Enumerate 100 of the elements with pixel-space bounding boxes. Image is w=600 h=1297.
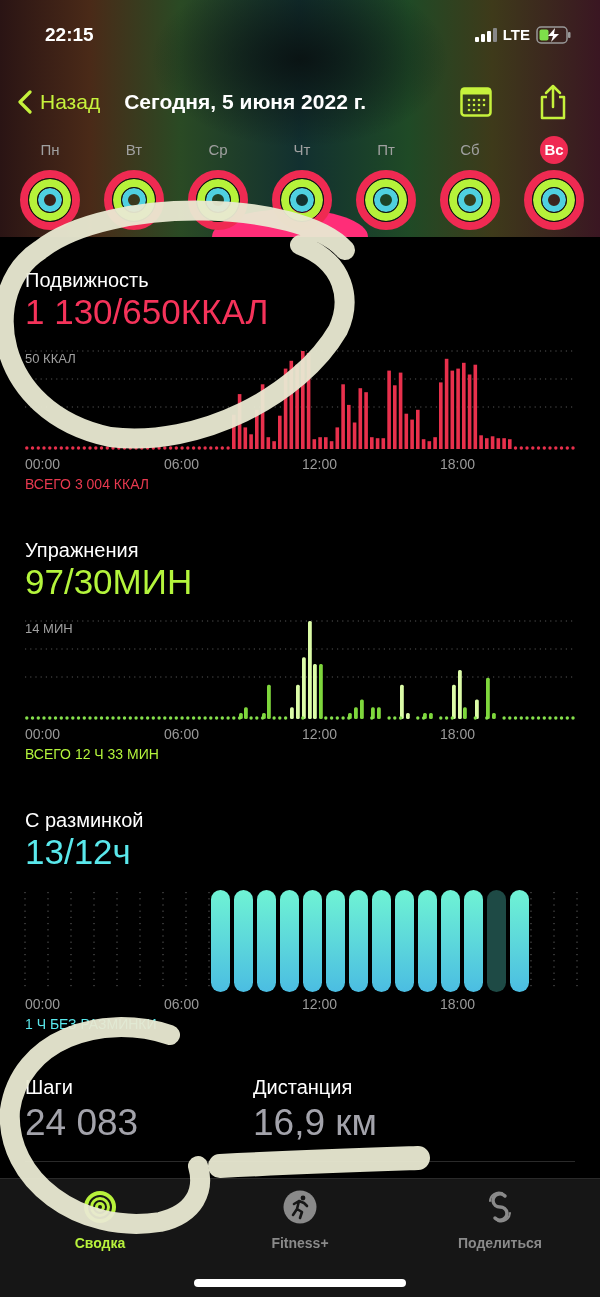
date-title: Сегодня, 5 июня 2022 г. [124,89,367,116]
battery-charging-icon [536,26,572,44]
axis-label: 18:00 [440,456,476,472]
stat-label: Дистанция [253,1075,354,1099]
day-label[interactable]: Вс [540,136,568,164]
metric-value: 97/30МИН [24,562,194,602]
tab-button[interactable]: Поделиться [400,1179,600,1297]
metric-total: ВСЕГО 3 004 ККАЛ [24,475,150,494]
baseline-dot [525,716,529,720]
metric-title: С разминкой [24,808,145,832]
baseline-dot [347,716,351,720]
baseline-dot [502,716,506,720]
metric-title: Упражнения [24,538,140,562]
axis-label: 00:00 [25,726,61,742]
calendar-button[interactable] [460,87,492,117]
signal-icon [474,28,497,42]
day-label[interactable]: Сб [460,138,480,162]
share-icon [538,84,568,120]
axis-label: 00:00 [25,996,61,1012]
stat-label: Шаги [25,1075,74,1099]
baseline-dot [571,716,575,720]
axis-label: 12:00 [302,726,338,742]
activity-rings-icon [19,169,81,231]
baseline-dot [525,446,529,450]
metric-value: 1 130/650ККАЛ [24,292,270,332]
metric-total: ВСЕГО 12 Ч 33 МИН [24,745,160,764]
baseline-dot [180,446,184,450]
scale-label: 50 ККАЛ [25,352,76,366]
day-label[interactable]: Пн [40,138,60,162]
baseline-dot [272,716,276,720]
baseline-dot [370,716,374,720]
axis-label: 12:00 [302,996,338,1012]
baseline-dot [341,716,345,720]
exercise-bar [377,707,381,719]
baseline-dot [88,446,92,450]
exercise-bar [492,713,496,719]
axis-label: 00:00 [25,456,61,472]
exercise-bar [475,699,479,719]
exercise-bar [406,713,410,719]
metric-title: Подвижность [24,268,150,292]
exercise-bar [452,684,456,719]
baseline-dot [203,446,207,450]
chevron-left-icon [18,90,32,114]
exercise-bar [360,699,364,719]
stat-value: 24 083 [25,1103,140,1143]
metric-value: 13/12ч [24,832,132,872]
baseline-dot [134,446,138,450]
baseline-dot [548,716,552,720]
exercise-bar [302,657,306,719]
baseline-dot [249,716,253,720]
baseline-dot [111,716,115,720]
activity-rings-icon [355,169,417,231]
baseline-dot [226,716,230,720]
exercise-bar [319,664,323,719]
baseline-dot [485,716,489,720]
share-button[interactable] [538,84,568,120]
calendar-icon [460,87,492,117]
baseline-dot [226,446,230,450]
activity-rings-icon [103,169,165,231]
baseline-dot [42,446,46,450]
axis-label: 18:00 [440,726,476,742]
baseline-dot [157,716,161,720]
baseline-dot [548,446,552,450]
activity-rings-icon [523,169,585,231]
exercise-bar [290,707,294,719]
baseline-dot [180,716,184,720]
network-label: LTE [502,24,530,45]
day-label[interactable]: Вт [125,138,143,162]
baseline-dot [42,716,46,720]
baseline-dot [473,716,477,720]
baseline-dot [387,716,391,720]
exercise-bar [354,707,358,719]
exercise-bar [400,684,404,719]
baseline-dot [301,716,305,720]
tab-button[interactable]: Сводка [0,1179,200,1297]
status-time: 22:15 [45,22,94,47]
back-button[interactable]: Назад [18,86,101,118]
exercise-bar [296,684,300,719]
stat-value: 16,9 км [253,1103,378,1143]
exercise-bar [486,677,490,719]
baseline-dot [571,446,575,450]
runner-icon [283,1190,317,1224]
baseline-dot [65,716,69,720]
axis-label: 06:00 [164,996,200,1012]
baseline-dot [88,716,92,720]
day-label[interactable]: Пт [377,138,395,162]
baseline-dot [157,446,161,450]
baseline-dot [65,446,69,450]
exercise-bar [429,713,433,719]
baseline-dot [111,446,115,450]
activity-rings-icon [439,169,501,231]
axis-label: 06:00 [164,456,200,472]
baseline-dot [203,716,207,720]
day-label[interactable]: Ср [208,138,228,162]
axis-label: 12:00 [302,456,338,472]
baseline-dot [134,716,138,720]
calorie-bar [508,439,512,449]
activity-rings-icon [187,169,249,231]
day-label[interactable]: Чт [293,138,311,162]
scale-label: 14 МИН [25,622,73,636]
